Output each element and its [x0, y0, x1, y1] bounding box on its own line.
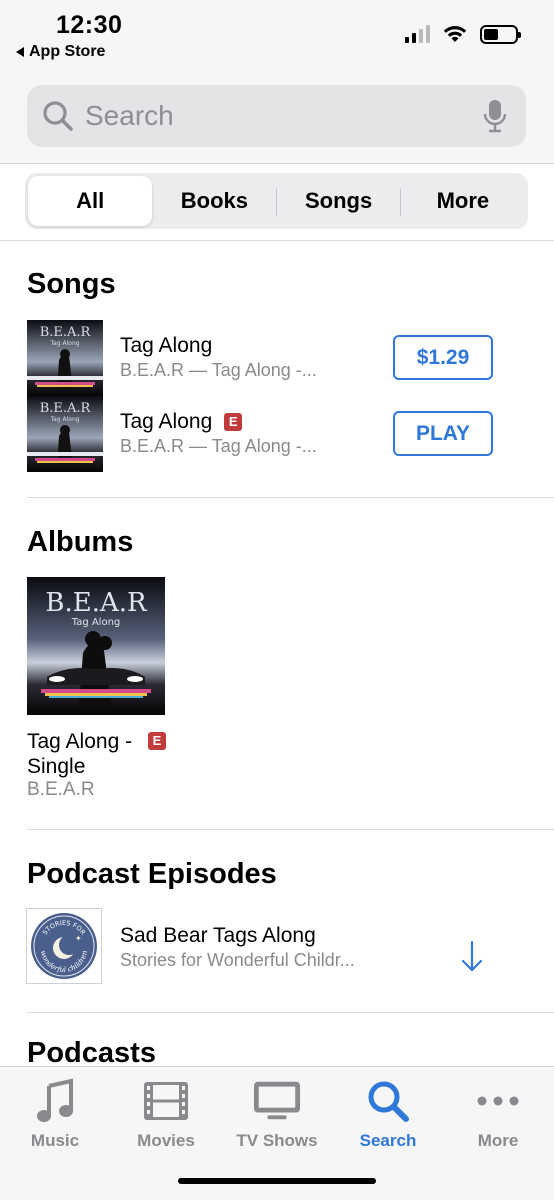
back-triangle-icon — [16, 47, 24, 57]
search-icon — [364, 1077, 412, 1125]
buy-price-button[interactable]: $1.29 — [393, 335, 493, 380]
wifi-icon — [443, 26, 467, 42]
back-link-label: App Store — [29, 43, 106, 60]
album-artwork[interactable]: B.E.A.R Tag Along — [27, 577, 165, 715]
segment-all[interactable]: All — [28, 176, 153, 226]
song-title: Tag Along E — [120, 410, 243, 434]
tab-music[interactable]: Music — [0, 1077, 110, 1151]
segment-more[interactable]: More — [401, 176, 525, 226]
song-artwork: B.E.A.R Tag Along — [27, 320, 103, 396]
podcast-artwork[interactable]: STORIES FOR wonderful children ✦ — [26, 908, 102, 984]
songs-section-title: Songs — [27, 268, 116, 300]
podcast-episode-title[interactable]: Sad Bear Tags Along — [120, 924, 316, 948]
more-icon — [474, 1077, 522, 1125]
category-segmented-control: All Books Songs More — [25, 173, 528, 229]
tab-movies[interactable]: Movies — [111, 1077, 221, 1151]
film-icon — [142, 1077, 190, 1125]
album-artist: B.E.A.R — [27, 779, 95, 800]
segment-songs-label: Songs — [305, 188, 373, 213]
tab-label: Music — [30, 1131, 80, 1150]
status-icons — [405, 24, 521, 44]
tab-search[interactable]: Search — [333, 1077, 443, 1151]
battery-icon — [480, 24, 521, 44]
podcast-episodes-section-title: Podcast Episodes — [27, 858, 277, 890]
segment-books[interactable]: Books — [152, 176, 277, 226]
back-to-app-store-link[interactable]: App Store — [16, 43, 105, 61]
song-title-text: Tag Along — [120, 410, 213, 433]
song-artwork: B.E.A.R Tag Along — [27, 396, 103, 472]
art-band-text: B.E.A.R — [45, 588, 148, 618]
battery-fill — [484, 28, 498, 40]
art-band-text: B.E.A.R — [40, 325, 92, 340]
divider — [0, 240, 554, 241]
song-title: Tag Along — [120, 334, 212, 358]
search-icon — [43, 101, 73, 131]
art-band-text: B.E.A.R — [40, 401, 92, 416]
tab-label: TV Shows — [236, 1131, 318, 1150]
search-input[interactable] — [85, 100, 465, 132]
song-row[interactable]: B.E.A.R Tag Along Tag Along E B.E.A.R — … — [27, 396, 527, 472]
header-area: 12:30 App Store — [0, 0, 554, 164]
song-subtitle: B.E.A.R — Tag Along -... — [120, 360, 317, 380]
status-bar: 12:30 App Store — [0, 0, 554, 70]
tab-label: More — [477, 1131, 519, 1150]
cellular-signal-icon — [405, 25, 430, 43]
tab-tv-shows[interactable]: TV Shows — [222, 1077, 332, 1151]
album-title[interactable]: Tag Along - Single — [27, 729, 137, 779]
podcast-episode-subtitle: Stories for Wonderful Childr... — [120, 950, 355, 970]
tab-label: Movies — [137, 1131, 195, 1150]
status-time: 12:30 — [56, 11, 123, 39]
explicit-badge: E — [148, 732, 166, 750]
explicit-badge: E — [224, 413, 243, 431]
divider — [27, 497, 554, 498]
tv-icon — [253, 1077, 301, 1125]
home-indicator[interactable] — [178, 1178, 376, 1184]
art-song-text: Tag Along — [49, 416, 79, 423]
art-song-text: Tag Along — [71, 617, 121, 628]
download-arrow-icon[interactable] — [460, 940, 484, 974]
segment-books-label: Books — [180, 188, 248, 213]
search-bar[interactable] — [27, 85, 526, 147]
albums-section-title: Albums — [27, 526, 134, 558]
divider — [27, 1012, 554, 1013]
art-song-text: Tag Along — [49, 340, 79, 347]
tab-label: Search — [359, 1131, 417, 1150]
music-note-icon — [31, 1077, 79, 1125]
song-title-text: Tag Along — [120, 334, 213, 357]
song-row[interactable]: B.E.A.R Tag Along Tag Along B.E.A.R — Ta… — [27, 320, 527, 396]
segment-songs[interactable]: Songs — [277, 176, 401, 226]
play-button[interactable]: PLAY — [393, 411, 493, 456]
svg-text:✦: ✦ — [75, 934, 82, 943]
divider — [27, 829, 554, 830]
song-subtitle: B.E.A.R — Tag Along -... — [120, 436, 317, 456]
microphone-icon[interactable] — [482, 99, 508, 133]
tab-more[interactable]: More — [443, 1077, 553, 1151]
